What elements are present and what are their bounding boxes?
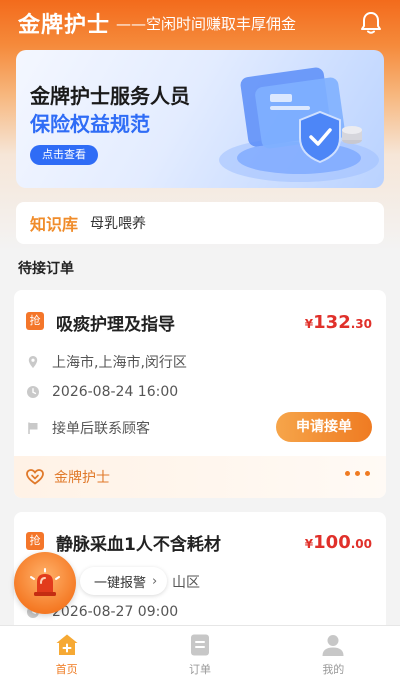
tab-orders[interactable]: 订单 xyxy=(133,626,266,680)
order-icon xyxy=(190,634,209,656)
order-contact-note: 接单后联系顾客 xyxy=(26,418,150,438)
order-price: ¥100.00 xyxy=(304,532,372,553)
emergency-alarm-button[interactable] xyxy=(14,552,76,614)
emergency-alarm-label[interactable]: 一键报警 › xyxy=(80,567,168,595)
more-options-icon[interactable] xyxy=(345,471,370,476)
knowledge-base-title: 知识库 xyxy=(30,215,79,234)
order-title: 静脉采血1人不含耗材 xyxy=(56,535,221,555)
clock-icon xyxy=(27,386,39,398)
app-header: 金牌护士 ——空闲时间赚取丰厚佣金 xyxy=(0,0,400,46)
order-title: 吸痰护理及指导 xyxy=(56,315,175,335)
home-icon xyxy=(56,634,78,655)
chevron-right-icon: › xyxy=(152,573,158,589)
order-location: 上海市,上海市,闵行区 xyxy=(26,352,187,372)
order-card[interactable]: 抢 吸痰护理及指导 ¥132.30 上海市,上海市,闵行区 2026-08-24… xyxy=(14,290,386,498)
tab-home[interactable]: 首页 xyxy=(0,626,133,680)
flag-icon xyxy=(28,422,38,434)
provider-strip: 金牌护士 xyxy=(14,456,386,498)
order-location: 山区 xyxy=(172,575,200,591)
grab-badge: 抢 xyxy=(26,532,44,550)
brand-slogan: ——空闲时间赚取丰厚佣金 xyxy=(116,14,297,33)
grab-badge: 抢 xyxy=(26,312,44,330)
heart-hands-icon xyxy=(26,469,44,485)
location-pin-icon xyxy=(28,356,38,368)
order-datetime: 2026-08-24 16:00 xyxy=(26,384,178,400)
knowledge-topic[interactable]: 母乳喂养 xyxy=(90,213,146,233)
banner-title-line1: 金牌护士服务人员 xyxy=(30,84,190,108)
insurance-banner[interactable]: 金牌护士服务人员 保险权益规范 点击查看 xyxy=(16,50,384,188)
banner-view-button[interactable]: 点击查看 xyxy=(30,145,98,165)
bottom-tab-bar: 首页 订单 我的 xyxy=(0,625,400,680)
bell-icon[interactable] xyxy=(356,8,386,38)
banner-title-line2: 保险权益规范 xyxy=(30,112,150,136)
tab-profile[interactable]: 我的 xyxy=(267,626,400,680)
shield-illustration xyxy=(219,67,379,182)
order-price: ¥132.30 xyxy=(304,312,372,333)
provider-name: 金牌护士 xyxy=(54,470,110,486)
knowledge-base-bar[interactable]: 知识库 母乳喂养 xyxy=(16,202,384,244)
user-icon xyxy=(322,635,344,656)
siren-icon xyxy=(30,568,60,596)
brand-title: 金牌护士 xyxy=(18,13,111,38)
apply-order-button[interactable]: 申请接单 xyxy=(276,412,372,442)
pending-orders-title: 待接订单 xyxy=(18,261,74,277)
